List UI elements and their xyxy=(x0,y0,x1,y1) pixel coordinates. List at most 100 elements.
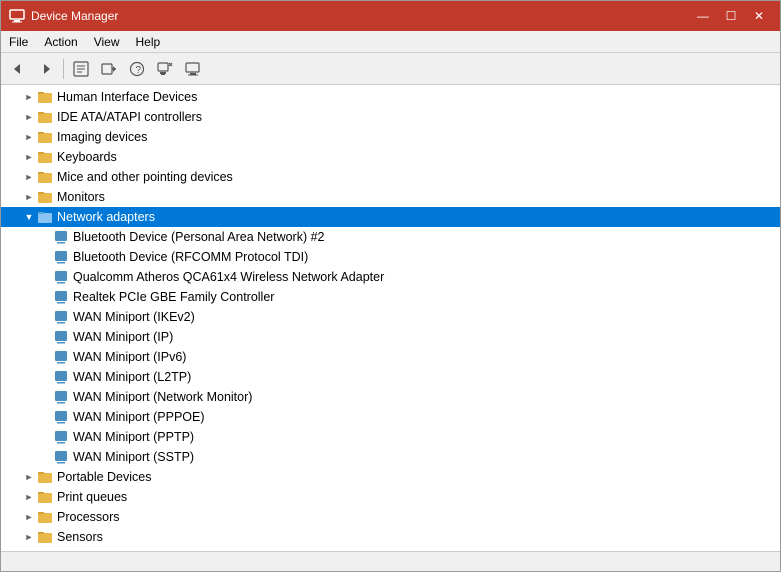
tree-item-bt2[interactable]: Bluetooth Device (RFCOMM Protocol TDI) xyxy=(1,247,780,267)
content-area: ► Human Interface Devices ► IDE ATA/ATAP… xyxy=(1,85,780,551)
device-icon-bt2 xyxy=(53,249,69,265)
back-button[interactable] xyxy=(5,56,31,82)
expander-imaging[interactable]: ► xyxy=(21,129,37,145)
window-title: Device Manager xyxy=(31,9,118,23)
label-human-interface: Human Interface Devices xyxy=(57,90,197,104)
label-processors: Processors xyxy=(57,510,120,524)
device-icon-wan-pppoe xyxy=(53,409,69,425)
folder-icon-ide-atapi xyxy=(37,109,53,125)
device-icon-qualcomm xyxy=(53,269,69,285)
tree-item-wan-ipv6[interactable]: WAN Miniport (IPv6) xyxy=(1,347,780,367)
tree-item-monitors[interactable]: ► Monitors xyxy=(1,187,780,207)
toolbar-separator-1 xyxy=(63,59,64,79)
tree-item-imaging[interactable]: ► Imaging devices xyxy=(1,127,780,147)
expander-wan-sstp xyxy=(37,449,53,465)
back-icon xyxy=(11,62,25,76)
expander-ide-atapi[interactable]: ► xyxy=(21,109,37,125)
expander-mice[interactable]: ► xyxy=(21,169,37,185)
tree-item-wan-sstp[interactable]: WAN Miniport (SSTP) xyxy=(1,447,780,467)
label-portable: Portable Devices xyxy=(57,470,152,484)
device-icon-wan-pptp xyxy=(53,429,69,445)
forward-icon xyxy=(39,62,53,76)
tree-item-print-queues[interactable]: ► Print queues xyxy=(1,487,780,507)
properties-button[interactable] xyxy=(68,56,94,82)
folder-icon-print-queues xyxy=(37,489,53,505)
expander-wan-netmon xyxy=(37,389,53,405)
tree-item-wan-ip[interactable]: WAN Miniport (IP) xyxy=(1,327,780,347)
expander-qualcomm xyxy=(37,269,53,285)
label-bt1: Bluetooth Device (Personal Area Network)… xyxy=(73,230,325,244)
tree-item-wan-pppoe[interactable]: WAN Miniport (PPPOE) xyxy=(1,407,780,427)
help-icon: ? xyxy=(129,61,145,77)
label-wan-ipv6: WAN Miniport (IPv6) xyxy=(73,350,186,364)
maximize-button[interactable]: ☐ xyxy=(718,6,744,26)
expander-monitors[interactable]: ► xyxy=(21,189,37,205)
device-view-icon xyxy=(185,61,201,77)
expander-network-adapters[interactable]: ▼ xyxy=(21,209,37,225)
folder-icon-keyboards xyxy=(37,149,53,165)
folder-icon-monitors xyxy=(37,189,53,205)
label-wan-pppoe: WAN Miniport (PPPOE) xyxy=(73,410,205,424)
menu-action[interactable]: Action xyxy=(36,33,85,51)
device-tree[interactable]: ► Human Interface Devices ► IDE ATA/ATAP… xyxy=(1,85,780,551)
device-icon-wan-netmon xyxy=(53,389,69,405)
tree-item-qualcomm[interactable]: Qualcomm Atheros QCA61x4 Wireless Networ… xyxy=(1,267,780,287)
label-network-adapters: Network adapters xyxy=(57,210,155,224)
expander-wan-ip xyxy=(37,329,53,345)
device-icon-realtek xyxy=(53,289,69,305)
menu-view[interactable]: View xyxy=(86,33,128,51)
menu-help[interactable]: Help xyxy=(128,33,169,51)
expander-keyboards[interactable]: ► xyxy=(21,149,37,165)
device-icon-wan-l2tp xyxy=(53,369,69,385)
folder-icon-human-interface xyxy=(37,89,53,105)
tree-item-sensors[interactable]: ► Sensors xyxy=(1,527,780,547)
folder-icon-imaging xyxy=(37,129,53,145)
menu-bar: File Action View Help xyxy=(1,31,780,53)
expander-wan-pppoe xyxy=(37,409,53,425)
minimize-button[interactable]: — xyxy=(690,6,716,26)
svg-text:?: ? xyxy=(136,65,142,76)
update-driver-icon xyxy=(101,61,117,77)
forward-button[interactable] xyxy=(33,56,59,82)
expander-bt2 xyxy=(37,249,53,265)
device-icon-bt1 xyxy=(53,229,69,245)
folder-icon-sensors xyxy=(37,529,53,545)
tree-item-realtek[interactable]: Realtek PCIe GBE Family Controller xyxy=(1,287,780,307)
tree-item-network-adapters[interactable]: ▼ Network adapters xyxy=(1,207,780,227)
tree-item-human-interface[interactable]: ► Human Interface Devices xyxy=(1,87,780,107)
label-monitors: Monitors xyxy=(57,190,105,204)
tree-item-bt1[interactable]: Bluetooth Device (Personal Area Network)… xyxy=(1,227,780,247)
label-keyboards: Keyboards xyxy=(57,150,117,164)
expander-sensors[interactable]: ► xyxy=(21,529,37,545)
expander-processors[interactable]: ► xyxy=(21,509,37,525)
label-ide-atapi: IDE ATA/ATAPI controllers xyxy=(57,110,202,124)
expander-portable[interactable]: ► xyxy=(21,469,37,485)
toolbar: ? xyxy=(1,53,780,85)
tree-item-wan-pptp[interactable]: WAN Miniport (PPTP) xyxy=(1,427,780,447)
tree-item-mice[interactable]: ► Mice and other pointing devices xyxy=(1,167,780,187)
update-driver-button[interactable] xyxy=(96,56,122,82)
expander-human-interface[interactable]: ► xyxy=(21,89,37,105)
tree-item-keyboards[interactable]: ► Keyboards xyxy=(1,147,780,167)
close-button[interactable]: ✕ xyxy=(746,6,772,26)
device-icon-wan-sstp xyxy=(53,449,69,465)
title-bar: Device Manager — ☐ ✕ xyxy=(1,1,780,31)
tree-item-ide-atapi[interactable]: ► IDE ATA/ATAPI controllers xyxy=(1,107,780,127)
device-icon-wan-ikev2 xyxy=(53,309,69,325)
title-bar-left: Device Manager xyxy=(9,8,118,24)
label-wan-netmon: WAN Miniport (Network Monitor) xyxy=(73,390,252,404)
tree-item-portable[interactable]: ► Portable Devices xyxy=(1,467,780,487)
folder-icon-network-adapters xyxy=(37,209,53,225)
tree-item-wan-l2tp[interactable]: WAN Miniport (L2TP) xyxy=(1,367,780,387)
tree-item-wan-netmon[interactable]: WAN Miniport (Network Monitor) xyxy=(1,387,780,407)
folder-icon-processors xyxy=(37,509,53,525)
label-wan-pptp: WAN Miniport (PPTP) xyxy=(73,430,194,444)
menu-file[interactable]: File xyxy=(1,33,36,51)
label-print-queues: Print queues xyxy=(57,490,127,504)
expander-print-queues[interactable]: ► xyxy=(21,489,37,505)
help-button[interactable]: ? xyxy=(124,56,150,82)
scan-hardware-button[interactable] xyxy=(152,56,178,82)
device-view-button[interactable] xyxy=(180,56,206,82)
tree-item-processors[interactable]: ► Processors xyxy=(1,507,780,527)
tree-item-wan-ikev2[interactable]: WAN Miniport (IKEv2) xyxy=(1,307,780,327)
